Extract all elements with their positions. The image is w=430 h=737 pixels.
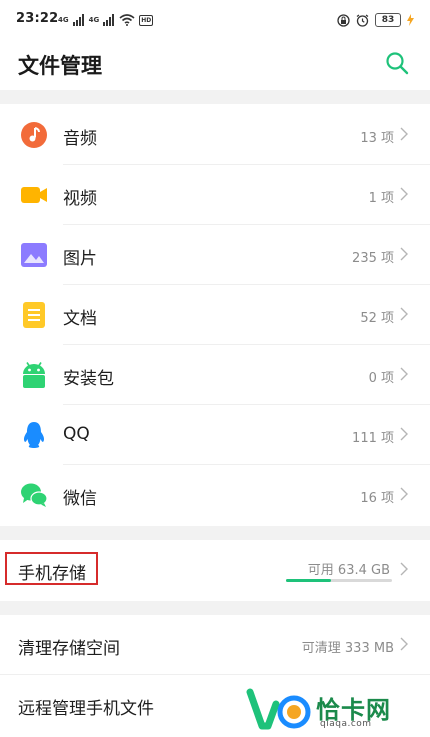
picture-icon	[21, 243, 47, 267]
category-label: 图片	[63, 249, 97, 269]
category-count: 52 项	[360, 311, 394, 326]
chevron-right-icon	[400, 427, 408, 441]
hd-badge: HD	[139, 14, 154, 26]
category-count: 111 项	[352, 431, 394, 446]
signal-icon	[103, 14, 115, 26]
page-title: 文件管理	[18, 54, 102, 78]
watermark-subtext: qiaqa.com	[320, 719, 372, 729]
category-label: 视频	[63, 189, 97, 209]
charging-bolt-icon	[407, 14, 414, 26]
cleanup-value: 可清理 333 MB	[301, 641, 394, 656]
search-button[interactable]	[384, 50, 410, 76]
qq-penguin-icon	[23, 422, 45, 448]
category-label: 微信	[63, 489, 97, 509]
status-bar: 23:22 4G 4G HD 83	[0, 0, 430, 40]
sim1-network-label: 4G	[58, 15, 69, 24]
music-icon	[21, 122, 47, 148]
category-wechat[interactable]: 微信 16 项	[0, 465, 430, 525]
document-icon	[23, 302, 45, 328]
section-divider	[0, 601, 430, 615]
category-document[interactable]: 文档 52 项	[0, 285, 430, 345]
category-count: 235 项	[352, 251, 394, 266]
highlight-box	[5, 552, 98, 585]
rotation-lock-icon	[337, 13, 350, 27]
category-count: 13 项	[360, 131, 394, 146]
status-right-icons: 83	[337, 12, 414, 28]
video-camera-icon	[21, 187, 47, 203]
section-divider	[0, 526, 430, 540]
category-count: 16 项	[360, 491, 394, 506]
chevron-right-icon	[400, 487, 408, 501]
category-audio[interactable]: 音频 13 项	[0, 105, 430, 165]
category-image[interactable]: 图片 235 项	[0, 225, 430, 285]
cleanup-label: 清理存储空间	[18, 639, 120, 659]
section-divider	[0, 90, 430, 104]
chevron-right-icon	[400, 247, 408, 261]
alarm-icon	[356, 14, 369, 27]
category-count: 0 项	[368, 371, 394, 386]
android-icon	[23, 362, 45, 388]
category-label: 音频	[63, 129, 97, 149]
category-label: 文档	[63, 309, 97, 329]
category-apk[interactable]: 安装包 0 项	[0, 345, 430, 405]
app-header: 文件管理	[0, 40, 430, 88]
category-list: 音频 13 项 视频 1 项 图片 235 项 文档 52 项 安装包 0 项 …	[0, 105, 430, 525]
storage-progress-bar	[286, 579, 392, 582]
signal-icon	[72, 14, 84, 26]
category-video[interactable]: 视频 1 项	[0, 165, 430, 225]
chevron-right-icon	[400, 187, 408, 201]
chevron-right-icon	[400, 307, 408, 321]
chevron-right-icon	[400, 562, 408, 576]
chevron-right-icon	[400, 127, 408, 141]
cleanup-storage-row[interactable]: 清理存储空间 可清理 333 MB	[0, 615, 430, 675]
category-label: QQ	[63, 424, 90, 444]
chevron-right-icon	[400, 367, 408, 381]
category-label: 安装包	[63, 369, 114, 389]
chevron-right-icon	[400, 637, 408, 651]
row-separator	[0, 674, 430, 675]
search-icon	[386, 52, 409, 75]
category-count: 1 项	[368, 191, 394, 206]
wechat-icon	[21, 483, 48, 507]
remote-label: 远程管理手机文件	[18, 699, 154, 719]
watermark-logo-icon	[246, 688, 311, 730]
sim2-network-label: 4G	[88, 15, 100, 24]
wifi-icon	[119, 14, 135, 26]
phone-storage-row[interactable]: 手机存储 可用 63.4 GB	[0, 540, 430, 600]
battery-indicator: 83	[375, 13, 401, 27]
storage-progress-fill	[286, 579, 331, 582]
storage-available: 可用 63.4 GB	[307, 563, 390, 578]
status-left-icons: 4G 4G HD	[58, 13, 154, 27]
category-qq[interactable]: QQ 111 项	[0, 405, 430, 465]
status-time: 23:22	[16, 11, 59, 26]
site-watermark: 恰卡网 qiaqa.com	[244, 686, 428, 734]
